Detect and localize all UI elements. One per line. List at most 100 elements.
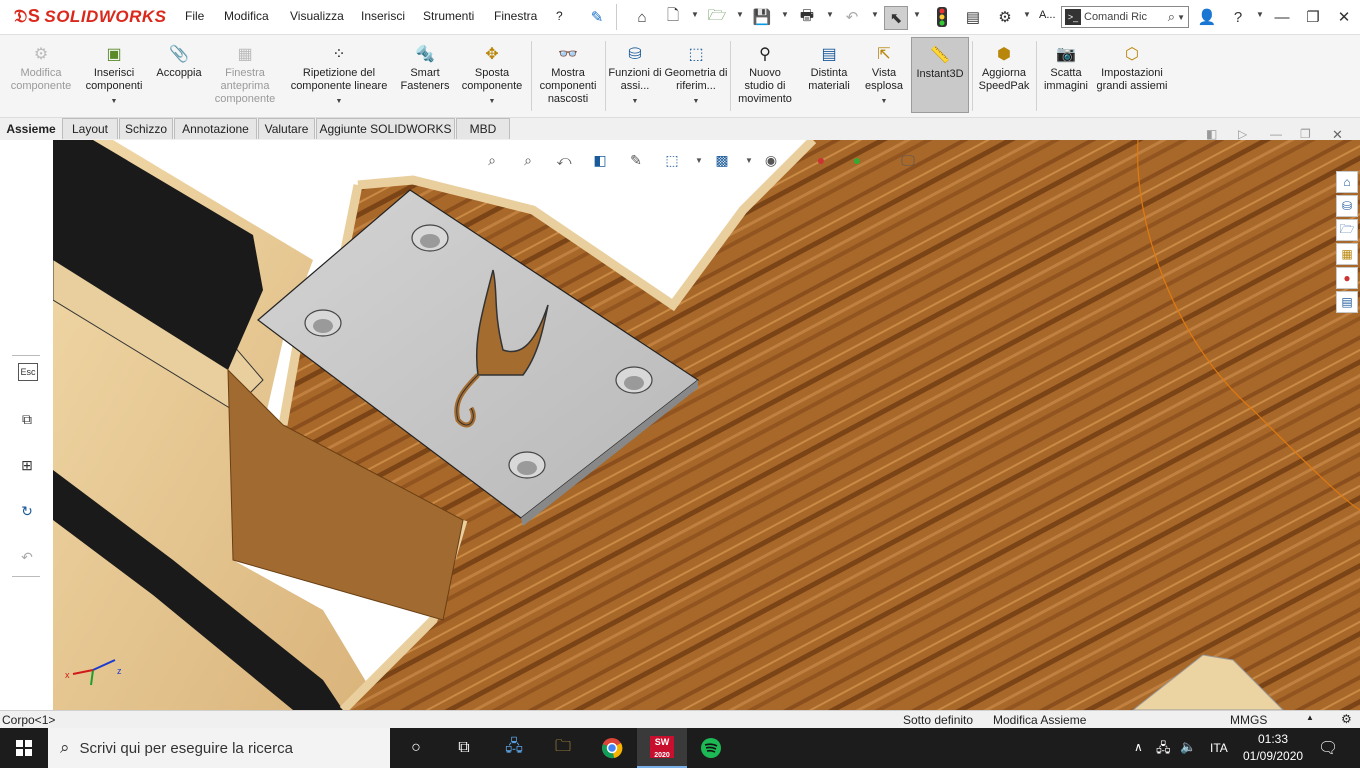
chevron-down-icon[interactable]: ▼ [693,95,700,108]
ribbon-aggiorna-speedpak[interactable]: ⬢ Aggiorna SpeedPak [975,37,1033,115]
viewport-restore-icon[interactable]: ❐ [1300,127,1311,141]
close-icon[interactable]: ✕ [1333,6,1355,28]
ribbon-funzioni-assieme[interactable]: ⛁ Funzioni di assi... ▼ [608,37,662,115]
ribbon-impostazioni-grandi-assiemi[interactable]: ⬡ Impostazioni grandi assiemi [1096,37,1168,115]
tab-assieme[interactable]: Assieme [2,118,60,139]
zoom-to-area-icon[interactable]: ⌕ [517,150,539,170]
ribbon-geometria-riferimento[interactable]: ⬚ Geometria di riferim... ▼ [664,37,728,115]
ribbon-finestra-anteprima[interactable]: ▦ Finestra anteprima componente [210,37,280,115]
display-style-dropdown-icon[interactable]: ▼ [738,150,760,170]
pin-icon[interactable]: ✎ [586,6,608,28]
tray-overflow-icon[interactable]: ∧ [1134,740,1143,754]
units-dropdown-icon[interactable]: ▲ [1306,713,1314,722]
tab-schizzo[interactable]: Schizzo [119,118,173,139]
help-dropdown-icon[interactable]: ▼ [1256,10,1264,19]
viewport-tile-icon[interactable]: ◧ [1206,127,1217,141]
undo-panel-icon[interactable]: ↶ [16,546,38,568]
file-explorer-taskbar-icon[interactable]: 🗀 [551,736,575,760]
menu-help[interactable]: ? [556,9,563,23]
ribbon-studio-movimento[interactable]: ⚲ Nuovo studio di movimento [733,37,797,115]
chevron-down-icon[interactable]: ▼ [111,95,118,108]
menu-strumenti[interactable]: Strumenti [423,9,474,23]
graphics-viewport[interactable]: z x [53,140,1360,710]
viewport-split-icon[interactable]: ▷ [1238,127,1247,141]
display-style-icon[interactable]: ▩ [711,150,733,170]
menu-inserisci[interactable]: Inserisci [361,9,405,23]
menu-visualizza[interactable]: Visualizza [290,9,344,23]
network-tray-icon[interactable]: 🖧 [1156,739,1171,761]
view-orientation-icon[interactable]: ⬚ [661,150,683,170]
rotate-lock-icon[interactable]: ↻ [16,500,38,522]
help-icon[interactable]: ? [1227,6,1249,28]
tab-aggiunte-solidworks[interactable]: Aggiunte SOLIDWORKS [316,118,455,139]
volume-icon[interactable]: 🔈 [1180,739,1196,755]
select-dropdown-icon[interactable]: ▼ [913,10,921,19]
ribbon-smart-fasteners[interactable]: 🔩 Smart Fasteners [396,37,454,115]
solidworks-resources-icon[interactable]: ⌂ [1336,171,1358,193]
tab-annotazione[interactable]: Annotazione [174,118,257,139]
edit-appearance-icon[interactable]: ● [810,150,832,170]
viewport-minimize-icon[interactable]: — [1270,127,1282,141]
tab-layout[interactable]: Layout [62,118,118,139]
network-app-icon[interactable]: 🖧 [502,736,526,760]
previous-view-icon[interactable]: ⧉ [16,408,38,430]
ribbon-ripetizione-lineare[interactable]: ⁘ Ripetizione del componente lineare ▼ [284,37,394,115]
open-icon[interactable]: 🗁 [706,6,728,28]
traffic-light-icon[interactable] [931,6,953,28]
spotify-icon[interactable] [699,736,723,760]
clock-date[interactable]: 01/09/2020 [1243,749,1303,763]
apply-scene-icon[interactable]: ● [846,150,868,170]
open-dropdown-icon[interactable]: ▼ [736,10,744,19]
language-indicator[interactable]: ITA [1210,741,1228,755]
user-short-label[interactable]: A... [1039,9,1056,21]
windows-start-icon[interactable] [12,736,36,760]
ribbon-distinta-materiali[interactable]: ▤ Distinta materiali [800,37,858,115]
file-properties-icon[interactable]: ▤ [962,6,984,28]
task-view-icon[interactable]: ⧉ [452,736,476,760]
clock-time[interactable]: 01:33 [1258,732,1288,746]
menu-finestra[interactable]: Finestra [494,9,537,23]
chevron-down-icon[interactable]: ▼ [489,95,496,108]
new-document-icon[interactable]: 🗋 [662,6,684,28]
customize-status-icon[interactable]: ⚙ [1341,712,1352,726]
taskbar-search[interactable]: ⌕ Scrivi qui per eseguire la ricerca [48,728,390,768]
command-search[interactable]: >_ Comandi Ric ⌕ ▼ [1061,6,1189,28]
undo-icon[interactable]: ↶ [841,6,863,28]
tab-mbd[interactable]: MBD [456,118,510,139]
options-gear-icon[interactable]: ⚙ [994,6,1016,28]
minimize-icon[interactable]: — [1271,6,1293,28]
solidworks-taskbar-item[interactable]: SW 2020 [637,728,687,768]
custom-properties-icon[interactable]: ▤ [1336,291,1358,313]
menu-modifica[interactable]: Modifica [224,9,269,23]
appearances-icon[interactable]: ● [1336,267,1358,289]
ribbon-mostra-nascosti[interactable]: 👓 Mostra componenti nascosti [534,37,602,115]
previous-view-hud-icon[interactable]: ⤺ [553,150,575,170]
save-icon[interactable]: 💾 [751,6,773,28]
ribbon-inserisci-componenti[interactable]: ▣ Inserisci componenti ▼ [80,37,148,115]
menu-file[interactable]: File [185,9,204,23]
chrome-icon[interactable] [600,736,624,760]
restore-icon[interactable]: ❐ [1302,6,1324,28]
user-account-icon[interactable]: 👤 [1196,6,1218,28]
units-selector[interactable]: MMGS [1230,713,1267,727]
chevron-down-icon[interactable]: ▼ [632,95,639,108]
chevron-down-icon[interactable]: ▼ [881,95,888,108]
esc-key-icon[interactable]: Esc [18,363,38,381]
view-palette-icon[interactable]: ▦ [1336,243,1358,265]
chevron-down-icon[interactable]: ▼ [336,95,343,108]
options-dropdown-icon[interactable]: ▼ [1023,10,1031,19]
search-icon[interactable]: ⌕ [1168,9,1175,25]
design-library-icon[interactable]: ⛁ [1336,195,1358,217]
select-cursor-icon[interactable]: ⬉ [884,6,908,30]
ribbon-modifica-componente[interactable]: ⚙ Modifica componente [4,37,78,115]
undo-dropdown-icon[interactable]: ▼ [871,10,879,19]
save-dropdown-icon[interactable]: ▼ [781,10,789,19]
new-dropdown-icon[interactable]: ▼ [691,10,699,19]
notifications-icon[interactable]: 🗨 [1318,738,1338,758]
viewport-close-icon[interactable]: ✕ [1332,127,1343,143]
hide-show-items-icon[interactable]: ◉ [760,150,782,170]
ribbon-sposta-componente[interactable]: ✥ Sposta componente ▼ [456,37,528,115]
print-dropdown-icon[interactable]: ▼ [826,10,834,19]
view-settings-icon[interactable]: 🖵 [897,150,919,170]
ribbon-accoppia[interactable]: 📎 Accoppia [150,37,208,115]
